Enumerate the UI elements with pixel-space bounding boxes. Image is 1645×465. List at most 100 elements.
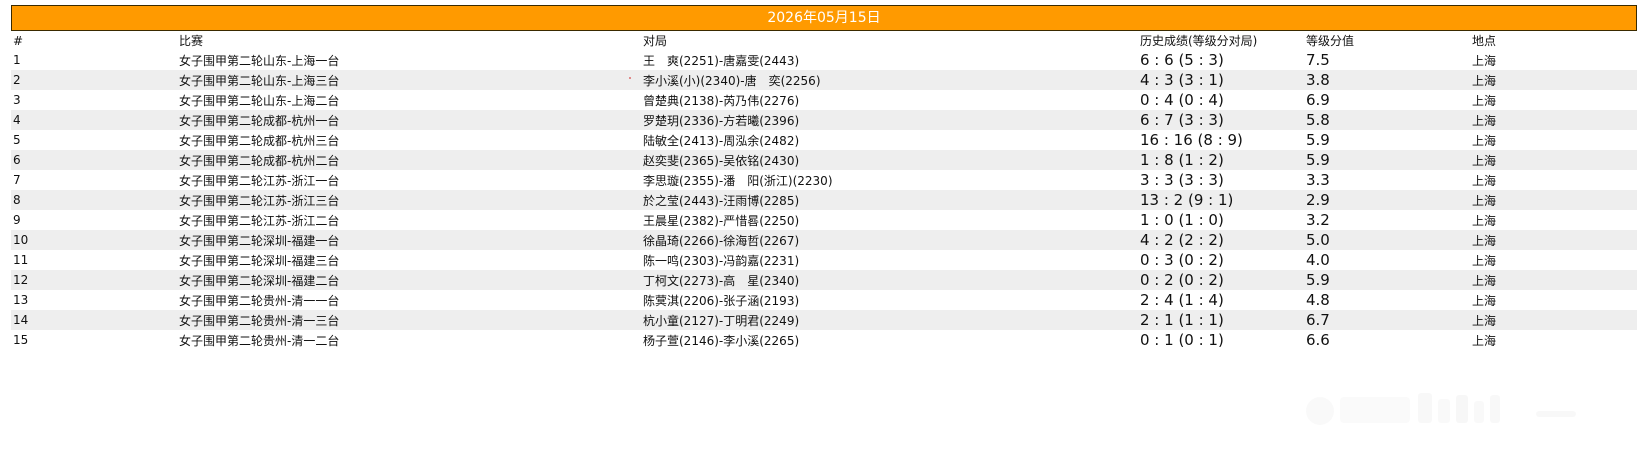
cell-place: 上海 [1472,93,1497,108]
table-body: 1 女子围甲第二轮山东-上海一台 王 爽(2251)-唐嘉雯(2443) 6 : 6 … [11,50,1637,350]
cell-number: 6 [13,153,21,167]
date-title: 2026年05月15日 [11,5,1637,31]
cell-record: 6 : 6 (5 : 3) [1140,51,1224,69]
cell-event: 女子围甲第二轮山东-上海二台 [179,93,340,108]
cell-record: 2 : 1 (1 : 1) [1140,311,1224,329]
cell-number: 15 [13,333,29,347]
cell-match: 丁柯文(2273)-高 星(2340) [643,273,800,288]
cell-record: 0 : 2 (0 : 2) [1140,271,1224,289]
cell-place: 上海 [1472,293,1497,308]
cell-event: 女子围甲第二轮贵州-清一二台 [179,333,340,348]
cell-number: 8 [13,193,21,207]
cell-place: 上海 [1472,53,1497,68]
cell-rating-diff: 3.2 [1306,211,1330,229]
cell-record: 0 : 3 (0 : 2) [1140,251,1224,269]
cell-event: 女子围甲第二轮江苏-浙江一台 [179,173,340,188]
table-row: 13 女子围甲第二轮贵州-清一一台 陈蓂淇(2206)-张子涵(2193) 2 : 4… [11,290,1637,310]
cell-number: 9 [13,213,21,227]
cell-place: 上海 [1472,73,1497,88]
cell-record: 6 : 7 (3 : 3) [1140,111,1224,129]
cell-number: 3 [13,93,21,107]
table-row: 3 女子围甲第二轮山东-上海二台 曾楚典(2138)-芮乃伟(2276) 0 : 4 … [11,90,1637,110]
header-event: 比赛 [179,34,204,48]
cell-record: 0 : 1 (0 : 1) [1140,331,1224,349]
cell-match: 曾楚典(2138)-芮乃伟(2276) [643,93,800,108]
cell-place: 上海 [1472,333,1497,348]
table-row: 6 女子围甲第二轮成都-杭州二台 赵奕斐(2365)-吴依铭(2430) 1 : 8 … [11,150,1637,170]
cell-match: 杨子萱(2146)-李小溪(2265) [643,333,800,348]
table-row: 9 女子围甲第二轮江苏-浙江二台 王晨星(2382)-严惜晷(2250) 1 : 0 … [11,210,1637,230]
cell-rating-diff: 5.9 [1306,131,1330,149]
cell-record: 4 : 3 (3 : 1) [1140,71,1224,89]
cell-event: 女子围甲第二轮山东-上海三台 [179,73,340,88]
table-row: 4 女子围甲第二轮成都-杭州一台 罗楚玥(2336)-方若曦(2396) 6 : 7 … [11,110,1637,130]
red-dot-mark [629,77,631,79]
cell-rating-diff: 5.8 [1306,111,1330,129]
cell-event: 女子围甲第二轮贵州-清一一台 [179,293,340,308]
cell-number: 7 [13,173,21,187]
table-row: 15 女子围甲第二轮贵州-清一二台 杨子萱(2146)-李小溪(2265) 0 : 1… [11,330,1637,350]
table-row: 1 女子围甲第二轮山东-上海一台 王 爽(2251)-唐嘉雯(2443) 6 : 6 … [11,50,1637,70]
cell-event: 女子围甲第二轮成都-杭州三台 [179,133,340,148]
cell-match: 李思璇(2355)-潘 阳(浙江)(2230) [643,173,833,188]
cell-place: 上海 [1472,113,1497,128]
cell-record: 13 : 2 (9 : 1) [1140,191,1234,209]
cell-number: 13 [13,293,29,307]
cell-event: 女子围甲第二轮山东-上海一台 [179,53,340,68]
cell-match: 陆敏全(2413)-周泓余(2482) [643,133,800,148]
cell-rating-diff: 5.9 [1306,151,1330,169]
cell-place: 上海 [1472,173,1497,188]
table-header: # 比赛 对局 历史成绩(等级分对局) 等级分值 地点 [11,31,1637,50]
table-row: 8 女子围甲第二轮江苏-浙江三台 於之莹(2443)-汪雨博(2285) 13 : 2… [11,190,1637,210]
cell-rating-diff: 6.7 [1306,311,1330,329]
cell-rating-diff: 2.9 [1306,191,1330,209]
cell-match: 李小溪(小)(2340)-唐 奕(2256) [643,73,821,88]
cell-rating-diff: 4.8 [1306,291,1330,309]
header-match: 对局 [643,34,668,48]
cell-rating-diff: 6.9 [1306,91,1330,109]
cell-event: 女子围甲第二轮深圳-福建三台 [179,253,340,268]
cell-number: 12 [13,273,29,287]
cell-place: 上海 [1472,213,1497,228]
cell-rating-diff: 6.6 [1306,331,1330,349]
cell-record: 1 : 8 (1 : 2) [1140,151,1224,169]
cell-event: 女子围甲第二轮深圳-福建一台 [179,233,340,248]
cell-record: 2 : 4 (1 : 4) [1140,291,1224,309]
cell-event: 女子围甲第二轮成都-杭州二台 [179,153,340,168]
cell-record: 16 : 16 (8 : 9) [1140,131,1243,149]
table-row: 2 女子围甲第二轮山东-上海三台 李小溪(小)(2340)-唐 奕(2256) 4 :… [11,70,1637,90]
table-row: 7 女子围甲第二轮江苏-浙江一台 李思璇(2355)-潘 阳(浙江)(2230) 3 … [11,170,1637,190]
cell-number: 4 [13,113,21,127]
cell-rating-diff: 3.3 [1306,171,1330,189]
cell-number: 5 [13,133,21,147]
header-record: 历史成绩(等级分对局) [1140,34,1258,48]
schedule-sheet: 2026年05月15日 # 比赛 对局 历史成绩(等级分对局) 等级分值 地点 … [11,5,1637,350]
cell-place: 上海 [1472,193,1497,208]
cell-match: 王 爽(2251)-唐嘉雯(2443) [643,53,800,68]
watermark-logo-icon [1306,393,1576,425]
cell-record: 1 : 0 (1 : 0) [1140,211,1224,229]
cell-number: 11 [13,253,29,267]
cell-record: 4 : 2 (2 : 2) [1140,231,1224,249]
cell-event: 女子围甲第二轮江苏-浙江三台 [179,193,340,208]
cell-place: 上海 [1472,253,1497,268]
cell-match: 赵奕斐(2365)-吴依铭(2430) [643,153,800,168]
table-row: 11 女子围甲第二轮深圳-福建三台 陈一鸣(2303)-冯韵嘉(2231) 0 : 3… [11,250,1637,270]
cell-match: 杭小童(2127)-丁明君(2249) [643,313,800,328]
cell-match: 陈一鸣(2303)-冯韵嘉(2231) [643,253,800,268]
cell-event: 女子围甲第二轮深圳-福建二台 [179,273,340,288]
cell-place: 上海 [1472,153,1497,168]
cell-place: 上海 [1472,233,1497,248]
cell-record: 0 : 4 (0 : 4) [1140,91,1224,109]
cell-rating-diff: 4.0 [1306,251,1330,269]
cell-place: 上海 [1472,273,1497,288]
cell-record: 3 : 3 (3 : 3) [1140,171,1224,189]
table-row: 10 女子围甲第二轮深圳-福建一台 徐晶琦(2266)-徐海哲(2267) 4 : 2… [11,230,1637,250]
header-rating-diff: 等级分值 [1306,34,1355,48]
cell-event: 女子围甲第二轮成都-杭州一台 [179,113,340,128]
cell-place: 上海 [1472,133,1497,148]
cell-event: 女子围甲第二轮贵州-清一三台 [179,313,340,328]
cell-event: 女子围甲第二轮江苏-浙江二台 [179,213,340,228]
cell-number: 14 [13,313,29,327]
cell-rating-diff: 3.8 [1306,71,1330,89]
